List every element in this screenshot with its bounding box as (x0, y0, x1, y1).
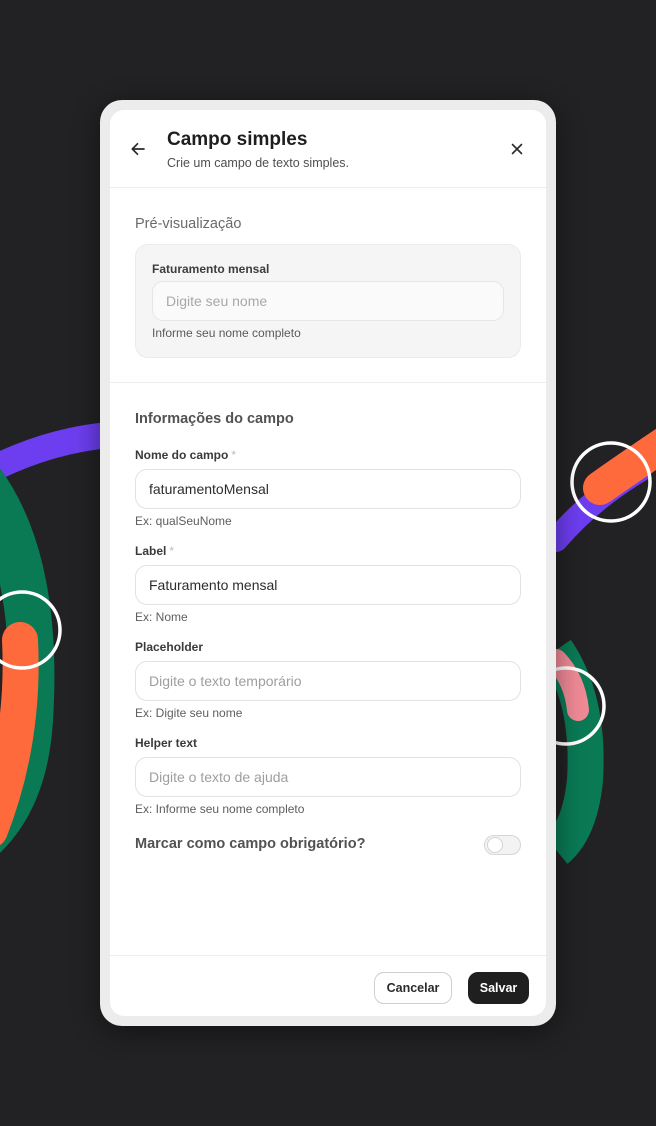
modal-title: Campo simples (167, 129, 308, 150)
modal-frame: Campo simples Crie um campo de texto sim… (100, 100, 556, 1026)
cancel-button[interactable]: Cancelar (374, 972, 452, 1004)
preview-field-label: Faturamento mensal (152, 262, 270, 276)
field-name-input[interactable] (135, 469, 521, 509)
arrow-left-icon (131, 142, 145, 156)
back-button[interactable] (126, 137, 150, 161)
field-info-section: Informações do campo Nome do campo* Ex: … (110, 383, 546, 954)
label-group: Label* Ex: Nome (135, 544, 521, 624)
field-name-hint: Ex: qualSeuNome (135, 514, 232, 528)
required-asterisk: * (231, 448, 237, 462)
modal-footer: Cancelar Salvar (110, 955, 546, 1016)
field-name-label: Nome do campo * (135, 448, 237, 462)
campo-simples-modal: Campo simples Crie um campo de texto sim… (110, 110, 546, 1016)
field-info-heading: Informações do campo (135, 411, 294, 427)
field-name-group: Nome do campo* Ex: qualSeuNome (135, 448, 521, 528)
label-field-label: Label * (135, 544, 175, 558)
save-button[interactable]: Salvar (468, 972, 529, 1004)
required-asterisk: * (169, 544, 175, 558)
required-toggle-switch[interactable] (484, 835, 521, 855)
placeholder-field-label: Placeholder (135, 640, 204, 654)
helper-text-input[interactable] (135, 757, 521, 797)
preview-heading: Pré-visualização (135, 216, 242, 232)
label-hint: Ex: Nome (135, 610, 188, 624)
close-icon (511, 143, 523, 155)
placeholder-hint: Ex: Digite seu nome (135, 706, 243, 720)
preview-card: Faturamento mensal Informe seu nome comp… (135, 244, 521, 358)
preview-input[interactable] (152, 281, 504, 321)
preview-helper-text: Informe seu nome completo (152, 326, 301, 340)
helper-text-hint: Ex: Informe seu nome completo (135, 802, 305, 816)
toggle-knob (487, 837, 503, 853)
modal-subtitle: Crie um campo de texto simples. (167, 156, 350, 170)
helper-text-group: Helper text Ex: Informe seu nome complet… (135, 736, 521, 816)
label-input[interactable] (135, 565, 521, 605)
required-toggle-label: Marcar como campo obrigatório? (135, 836, 366, 852)
required-toggle-row: Marcar como campo obrigatório? (135, 833, 521, 859)
close-button[interactable] (506, 138, 528, 160)
modal-header: Campo simples Crie um campo de texto sim… (110, 110, 546, 188)
placeholder-group: Placeholder Ex: Digite seu nome (135, 640, 521, 720)
preview-section: Pré-visualização Faturamento mensal Info… (110, 188, 546, 383)
helper-text-field-label: Helper text (135, 736, 198, 750)
placeholder-input[interactable] (135, 661, 521, 701)
